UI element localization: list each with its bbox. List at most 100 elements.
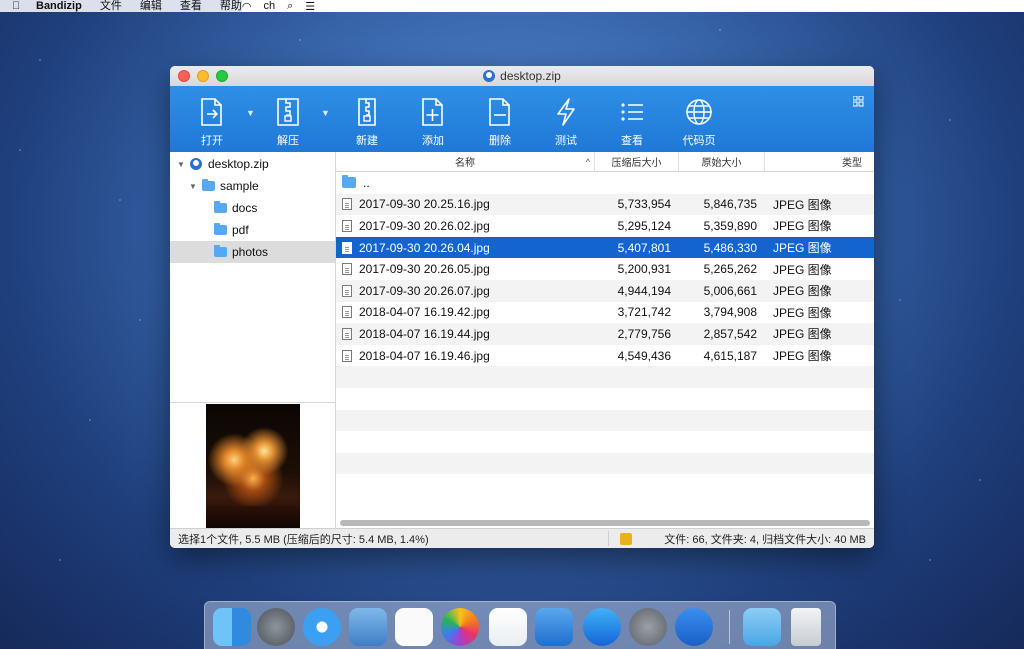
delete-icon: [484, 96, 516, 128]
file-list-header: 名称 ^ 压缩后大小 原始大小 类型: [336, 152, 874, 172]
layout-grid-icon[interactable]: [852, 94, 864, 112]
file-type: JPEG 图像: [773, 262, 832, 277]
image-file-icon: [342, 241, 352, 254]
codepage-icon: [683, 96, 715, 128]
menu-app-name[interactable]: Bandizip: [36, 0, 82, 12]
tree-item-sample[interactable]: ▼ sample: [170, 175, 335, 197]
tree-item-pdf[interactable]: pdf: [170, 219, 335, 241]
zip-icon: [190, 158, 202, 170]
original-size: 5,359,890: [703, 218, 757, 233]
parent-folder-row[interactable]: ..: [336, 172, 874, 194]
zip-icon: [483, 70, 496, 82]
tree-item-docs[interactable]: docs: [170, 197, 335, 219]
add-button[interactable]: 添加: [408, 96, 458, 148]
numbers-icon[interactable]: [489, 608, 527, 646]
column-header-original[interactable]: 原始大小: [679, 152, 765, 171]
new-archive-icon: [351, 96, 383, 128]
photos-icon[interactable]: [441, 608, 479, 646]
extract-icon: [272, 96, 304, 128]
compressed-size: 5,295,124: [617, 218, 671, 233]
downloads-folder-icon[interactable]: [743, 608, 781, 646]
open-label: 打开: [201, 135, 223, 147]
empty-row: [336, 366, 874, 388]
empty-row: [336, 474, 874, 496]
trash-icon[interactable]: [791, 608, 821, 646]
apple-icon[interactable]: : [12, 0, 26, 12]
bandizip-icon[interactable]: [675, 608, 713, 646]
toolbar: 打开 ▼ 解压 ▼ 新建 添加 删除 测试 查看 代码页: [170, 86, 874, 152]
search-icon[interactable]: ⌕: [287, 0, 293, 12]
original-size: 4,615,187: [703, 348, 757, 363]
file-rows: .. 2017-09-30 20.25.16.jpg 5,733,954 5,8…: [336, 172, 874, 496]
list-icon[interactable]: ☰: [305, 0, 315, 13]
menu-view[interactable]: 查看: [180, 0, 202, 12]
wifi-icon[interactable]: ◠: [242, 0, 252, 13]
image-file-icon: [342, 219, 352, 232]
file-type: JPEG 图像: [773, 241, 832, 256]
original-size: 5,486,330: [703, 240, 757, 255]
original-size: 5,006,661: [703, 283, 757, 298]
table-row[interactable]: 2017-09-30 20.26.07.jpg 4,944,194 5,006,…: [336, 279, 874, 302]
input-method[interactable]: ch: [263, 0, 275, 12]
close-window-button[interactable]: [178, 70, 190, 82]
file-type: JPEG 图像: [773, 327, 832, 342]
codepage-button[interactable]: 代码页: [674, 96, 724, 148]
file-name: 2018-04-07 16.19.44.jpg: [359, 326, 490, 341]
app-store-icon[interactable]: [583, 608, 621, 646]
menu-edit[interactable]: 编辑: [140, 0, 162, 12]
file-name: 2017-09-30 20.25.16.jpg: [359, 197, 490, 212]
folder-tree: ▼ desktop.zip ▼ sample docs pdf photos: [170, 152, 336, 528]
table-row-selected[interactable]: 2017-09-30 20.26.04.jpg 5,407,801 5,486,…: [336, 236, 874, 259]
archive-lock-icon[interactable]: [620, 533, 632, 545]
folder-icon: [214, 201, 227, 213]
new-archive-button[interactable]: 新建: [342, 96, 392, 148]
file-type: JPEG 图像: [773, 305, 832, 320]
safari-icon[interactable]: [303, 608, 341, 646]
expand-triangle-icon[interactable]: ▼: [188, 182, 198, 191]
folder-icon: [202, 179, 215, 191]
file-type: JPEG 图像: [773, 219, 832, 234]
menu-help[interactable]: 帮助: [220, 0, 242, 12]
keynote-icon[interactable]: [535, 608, 573, 646]
horizontal-scrollbar[interactable]: [340, 520, 870, 526]
open-dropdown-chevron-icon[interactable]: ▼: [246, 108, 255, 118]
extract-button[interactable]: 解压: [263, 96, 313, 148]
open-icon: [196, 96, 228, 128]
expand-triangle-icon[interactable]: ▼: [176, 160, 186, 169]
menu-file[interactable]: 文件: [100, 0, 122, 12]
title-bar[interactable]: desktop.zip: [170, 66, 874, 86]
test-button[interactable]: 测试: [541, 96, 591, 148]
launchpad-icon[interactable]: [257, 608, 295, 646]
open-button[interactable]: 打开: [187, 96, 237, 148]
table-row[interactable]: 2018-04-07 16.19.46.jpg 4,549,436 4,615,…: [336, 344, 874, 367]
table-row[interactable]: 2017-09-30 20.25.16.jpg 5,733,954 5,846,…: [336, 193, 874, 216]
reminders-icon[interactable]: [395, 608, 433, 646]
file-list: 名称 ^ 压缩后大小 原始大小 类型 .. 2017-09-30 20.25.1…: [336, 152, 874, 528]
system-preferences-icon[interactable]: [629, 608, 667, 646]
table-row[interactable]: 2018-04-07 16.19.44.jpg 2,779,756 2,857,…: [336, 323, 874, 345]
minimize-window-button[interactable]: [197, 70, 209, 82]
column-header-type[interactable]: 类型: [765, 152, 874, 171]
test-icon: [550, 96, 582, 128]
table-row[interactable]: 2018-04-07 16.19.42.jpg 3,721,742 3,794,…: [336, 301, 874, 324]
delete-button[interactable]: 删除: [475, 96, 525, 148]
extract-dropdown-chevron-icon[interactable]: ▼: [321, 108, 330, 118]
column-header-compressed[interactable]: 压缩后大小: [595, 152, 679, 171]
zoom-window-button[interactable]: [216, 70, 228, 82]
finder-icon[interactable]: [213, 608, 251, 646]
mail-icon[interactable]: [349, 608, 387, 646]
table-row[interactable]: 2017-09-30 20.26.05.jpg 5,200,931 5,265,…: [336, 258, 874, 280]
view-button[interactable]: 查看: [607, 96, 657, 148]
preview-panel: [170, 402, 335, 528]
file-name: 2017-09-30 20.26.04.jpg: [359, 240, 490, 255]
file-name: 2017-09-30 20.26.02.jpg: [359, 218, 490, 233]
file-name: 2017-09-30 20.26.05.jpg: [359, 262, 490, 277]
tree-item-label: docs: [232, 201, 258, 215]
original-size: 5,846,735: [703, 197, 757, 212]
table-row[interactable]: 2017-09-30 20.26.02.jpg 5,295,124 5,359,…: [336, 215, 874, 237]
tree-item-photos[interactable]: photos: [170, 241, 335, 263]
compressed-size: 2,779,756: [617, 326, 671, 341]
tree-item-desktop-zip[interactable]: ▼ desktop.zip: [170, 153, 335, 175]
image-file-icon: [342, 198, 352, 211]
column-header-name[interactable]: 名称 ^: [336, 152, 595, 171]
